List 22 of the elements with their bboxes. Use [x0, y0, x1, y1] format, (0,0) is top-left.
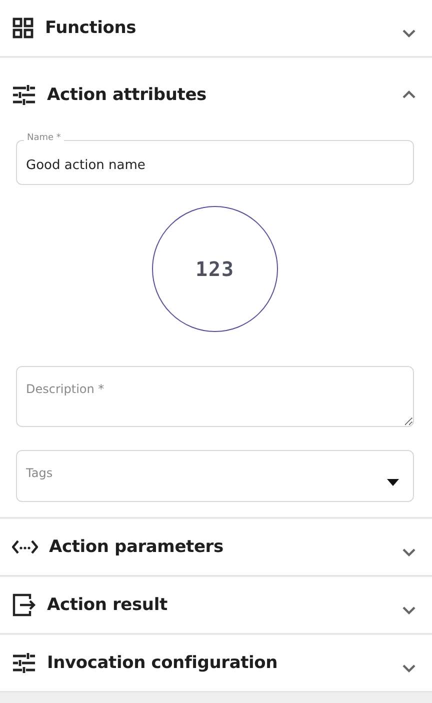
chevron-icon: [402, 28, 416, 38]
chevron-icon: [402, 548, 416, 556]
grid-icon: [12, 17, 34, 39]
sliders-icon: [12, 652, 36, 674]
accordion-header[interactable]: Functions: [0, 0, 432, 56]
chevron-icon: [402, 664, 416, 672]
name-field[interactable]: Good action name: [16, 140, 414, 185]
accordion-header[interactable]: Action result: [0, 577, 432, 633]
dropdown-arrow-icon: [387, 479, 399, 486]
accordion-header[interactable]: Invocation configuration: [0, 635, 432, 691]
chevron-icon: [402, 90, 416, 98]
tags-dropdown[interactable]: Tags: [16, 450, 414, 502]
accordion-header[interactable]: Action parameters: [0, 519, 432, 575]
field-label: Name *: [24, 133, 64, 143]
code-icon: [12, 538, 38, 556]
exit-icon: [12, 593, 36, 617]
tags-placeholder: Tags: [26, 466, 53, 480]
sliders-icon: [12, 84, 36, 106]
chevron-icon: [402, 606, 416, 614]
description-field[interactable]: Description *: [16, 366, 414, 427]
avatar-text: 123: [195, 257, 235, 281]
accordion-header[interactable]: Action attributes: [0, 58, 432, 132]
